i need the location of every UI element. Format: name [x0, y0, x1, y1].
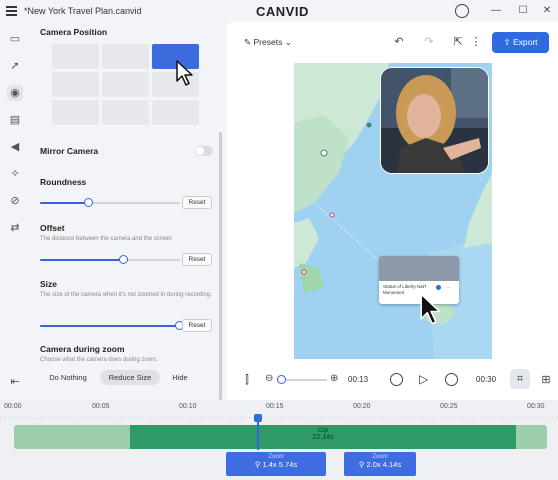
- export-button[interactable]: ⇧ Export: [492, 32, 549, 53]
- mirror-camera-toggle[interactable]: [195, 146, 213, 156]
- magic-wand-icon: ✎: [244, 37, 252, 47]
- camera-overlay[interactable]: [380, 67, 489, 174]
- recording-timer-icon[interactable]: [455, 4, 469, 18]
- zoom-in-icon[interactable]: ⊕: [330, 373, 338, 384]
- roundness-slider[interactable]: [40, 198, 180, 207]
- mouse-cursor-icon: [176, 60, 193, 86]
- menu-icon[interactable]: [6, 6, 17, 16]
- offset-slider[interactable]: [40, 255, 180, 264]
- minimize-button[interactable]: —: [489, 4, 503, 18]
- search-icon: ⚲: [254, 460, 261, 469]
- camera-position-grid: [52, 44, 200, 126]
- chevron-down-icon: ⌄: [284, 37, 292, 47]
- camera-icon[interactable]: ◉: [7, 85, 23, 101]
- position-top-center[interactable]: [102, 44, 149, 69]
- playback-bar: ⫿ ⊖ ⊕ 00:13 ▷ 00:30 ⌗ ⊞: [227, 368, 558, 392]
- crop-icon[interactable]: ⌗: [510, 369, 530, 389]
- presets-label: Presets: [253, 37, 283, 47]
- timeline-zoom-slider[interactable]: [277, 375, 327, 384]
- size-reset-button[interactable]: Reset: [182, 319, 212, 332]
- tool-rail: ▭ ➚ ◉ ▤ ◀ ✧ ⊘ ⇄ ⇤: [0, 22, 30, 400]
- roundness-label: Roundness: [40, 177, 87, 187]
- camera-settings-panel: Camera Position Mirror Camera Roundness …: [30, 22, 224, 400]
- play-icon[interactable]: ▷: [419, 372, 428, 386]
- offset-label: Offset: [40, 223, 65, 233]
- playhead-handle[interactable]: [254, 414, 262, 422]
- tick-label: 00:20: [353, 403, 371, 410]
- app-logo: CANVID: [256, 4, 309, 19]
- share-icon[interactable]: ⇱: [451, 35, 465, 49]
- redo-icon[interactable]: ↷: [422, 35, 436, 49]
- tick-label: 00:05: [92, 403, 110, 410]
- close-button[interactable]: ✕: [540, 4, 554, 18]
- captions-icon[interactable]: ▤: [7, 112, 23, 128]
- timeline-zoom-knob[interactable]: [277, 375, 286, 384]
- offset-reset-button[interactable]: Reset: [182, 253, 212, 266]
- maximize-button[interactable]: ☐: [516, 4, 530, 18]
- zoom-out-icon[interactable]: ⊖: [265, 373, 273, 384]
- timeline-ruler: [0, 417, 558, 419]
- editor-main: ✎ Presets ⌄ ↶ ↷ ⇱ ⋮ ⇧ Export Statue of L…: [227, 22, 558, 400]
- tick-label: 00:00: [4, 403, 22, 410]
- position-middle-left[interactable]: [52, 72, 99, 97]
- search-icon: ⚲: [358, 460, 365, 469]
- tick-label: 00:30: [527, 403, 545, 410]
- split-icon[interactable]: ⫿: [240, 373, 254, 387]
- current-time: 00:13: [348, 375, 369, 384]
- zoom-option-hide[interactable]: Hide: [164, 370, 196, 385]
- title-bar: *New York Travel Plan.canvid CANVID — ☐ …: [0, 0, 558, 22]
- collapse-panel-icon[interactable]: ⇤: [7, 374, 23, 390]
- position-top-left[interactable]: [52, 44, 99, 69]
- position-bottom-left[interactable]: [52, 100, 99, 125]
- upload-icon: ⇧: [503, 37, 511, 47]
- forward-icon[interactable]: [445, 373, 458, 386]
- mirror-camera-label: Mirror Camera: [40, 146, 99, 156]
- screen-icon[interactable]: ▭: [7, 31, 23, 47]
- zoom-segment-detail: 1.4x 5.74s: [262, 460, 298, 469]
- preview-canvas[interactable]: Statue of Liberty Nat'l Monument ⋯: [294, 63, 492, 359]
- position-bottom-right[interactable]: [152, 100, 199, 125]
- position-middle-center[interactable]: [102, 72, 149, 97]
- camera-zoom-label: Camera during zoom: [40, 344, 125, 354]
- document-title: *New York Travel Plan.canvid: [24, 6, 142, 16]
- export-label: Export: [512, 37, 538, 47]
- statue-photo: [379, 256, 459, 281]
- camera-zoom-description: Choose what the camera does during zoom.: [40, 357, 158, 363]
- audio-icon[interactable]: ◀: [7, 139, 23, 155]
- hide-icon[interactable]: ⊘: [7, 193, 23, 209]
- roundness-reset-button[interactable]: Reset: [182, 196, 212, 209]
- clip-segment[interactable]: Clip 22.14s: [130, 425, 516, 449]
- tick-label: 00:25: [440, 403, 458, 410]
- presenter-video: [381, 68, 488, 173]
- zoom-option-reduce-size[interactable]: Reduce Size: [100, 370, 160, 385]
- total-time: 00:30: [476, 375, 497, 384]
- size-description: The size of the camera when it's not zoo…: [40, 292, 212, 298]
- zoom-option-do-nothing[interactable]: Do Nothing: [40, 370, 96, 385]
- presets-dropdown[interactable]: ✎ Presets ⌄: [244, 37, 292, 48]
- zoom-segment-2[interactable]: Zoom ⚲ 2.0x 4.14s: [344, 452, 416, 476]
- effects-icon[interactable]: ✧: [7, 166, 23, 182]
- tick-label: 00:10: [179, 403, 197, 410]
- save-icon: ⋯: [446, 285, 451, 291]
- clip-duration: 22.14s: [312, 434, 334, 441]
- rewind-icon[interactable]: [390, 373, 403, 386]
- layout-icon[interactable]: ⊞: [539, 373, 553, 387]
- tick-label: 00:15: [266, 403, 284, 410]
- size-label: Size: [40, 279, 58, 289]
- size-slider[interactable]: [40, 321, 184, 330]
- cursor-icon[interactable]: ➚: [7, 58, 23, 74]
- offset-description: The distance between the camera and the …: [40, 236, 172, 242]
- zoom-segment-detail: 2.0x 4.14s: [366, 460, 402, 469]
- more-options-icon[interactable]: ⋮: [469, 35, 483, 49]
- zoom-segment-1[interactable]: Zoom ⚲ 1.4x 5.74s: [226, 452, 326, 476]
- camera-position-label: Camera Position: [40, 27, 108, 37]
- directions-icon: [436, 285, 441, 290]
- panel-scrollbar[interactable]: [219, 132, 222, 400]
- undo-icon[interactable]: ↶: [392, 35, 406, 49]
- transitions-icon[interactable]: ⇄: [7, 220, 23, 236]
- map-tooltip: Statue of Liberty Nat'l Monument ⋯: [379, 256, 459, 304]
- mouse-cursor-icon: [420, 293, 441, 325]
- position-bottom-center[interactable]: [102, 100, 149, 125]
